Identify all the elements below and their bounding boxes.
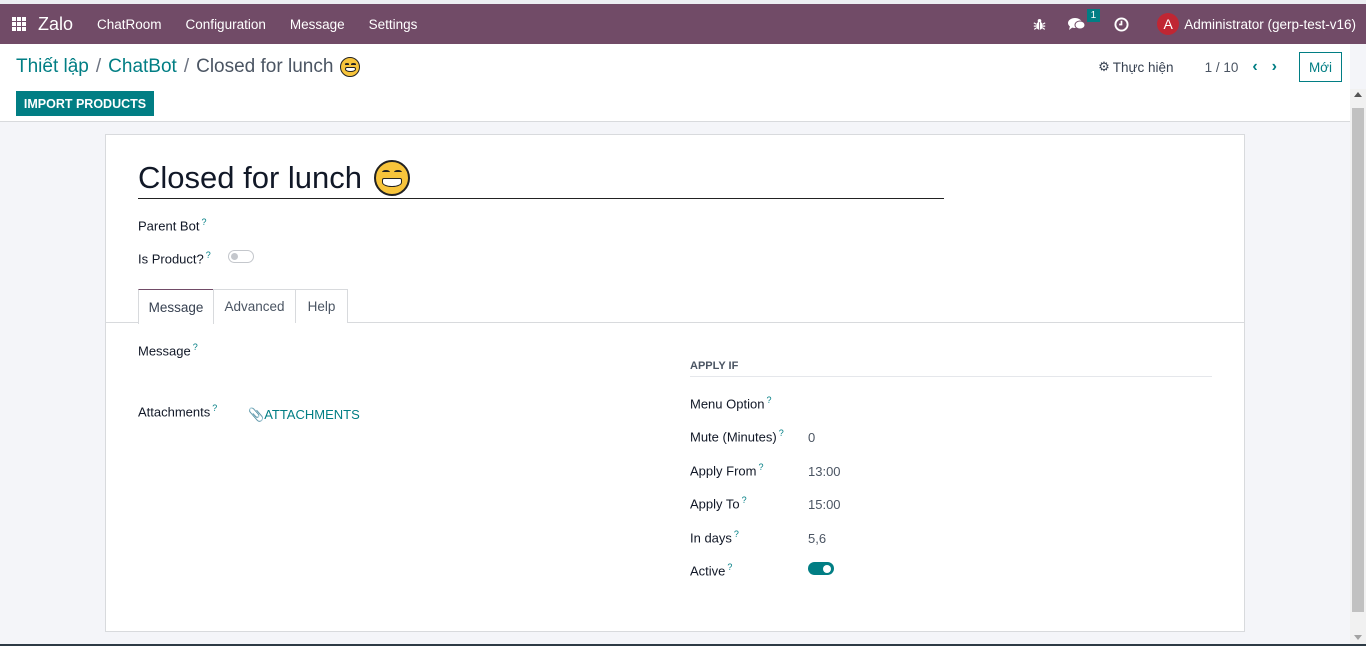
bug-icon[interactable] <box>1033 18 1046 31</box>
help-icon[interactable]: ? <box>206 250 211 260</box>
tab-message[interactable]: Message <box>138 289 214 324</box>
message-label: Message? <box>138 342 198 359</box>
pager-value[interactable]: 1 / 10 <box>1205 60 1239 75</box>
attachments-button[interactable]: 📎ATTACHMENTS <box>248 407 360 423</box>
app-brand[interactable]: Zalo <box>38 14 73 35</box>
menu-settings[interactable]: Settings <box>369 17 418 32</box>
menu-configuration[interactable]: Configuration <box>186 17 266 32</box>
new-record-button[interactable]: Mới <box>1299 52 1342 82</box>
apply-to-label: Apply To? <box>690 495 747 512</box>
page-scrollbar[interactable] <box>1350 89 1366 646</box>
title-field[interactable]: Closed for lunch <box>138 157 944 199</box>
apply-from-value[interactable]: 13:00 <box>808 464 841 479</box>
help-icon[interactable]: ? <box>779 428 784 438</box>
apply-to-value[interactable]: 15:00 <box>808 497 841 512</box>
help-icon[interactable]: ? <box>734 529 739 539</box>
chevron-left-icon[interactable]: ‹ <box>1252 58 1257 76</box>
apps-grid-icon[interactable] <box>12 17 26 31</box>
tab-help[interactable]: Help <box>295 289 348 323</box>
breadcrumb-settings[interactable]: Thiết lập <box>16 56 89 78</box>
apply-from-label: Apply From? <box>690 462 764 479</box>
action-menu-label: Thực hiện <box>1112 59 1174 75</box>
help-icon[interactable]: ? <box>193 342 198 352</box>
scroll-thumb[interactable] <box>1352 108 1364 612</box>
in-days-label: In days? <box>690 529 739 546</box>
notebook-tabs: Message Advanced Help <box>106 289 1244 324</box>
help-icon[interactable]: ? <box>742 495 747 505</box>
chevron-right-icon[interactable]: › <box>1272 58 1277 76</box>
action-menu-button[interactable]: ⚙ Thực hiện <box>1098 59 1173 75</box>
scroll-up-arrow-icon[interactable] <box>1354 92 1362 97</box>
breadcrumb: Thiết lập / ChatBot / Closed for lunch <box>16 56 361 78</box>
help-icon[interactable]: ? <box>727 562 732 572</box>
mute-minutes-label: Mute (Minutes)? <box>690 428 784 445</box>
help-icon[interactable]: ? <box>201 217 206 227</box>
chat-icon[interactable]: 1 <box>1068 9 1101 31</box>
top-navbar: Zalo ChatRoom Configuration Message Sett… <box>0 4 1366 44</box>
import-products-button[interactable]: IMPORT PRODUCTS <box>16 91 154 116</box>
form-sheet: Closed for lunch Parent Bot? Is Product?… <box>105 134 1245 632</box>
menu-chatroom[interactable]: ChatRoom <box>97 17 162 32</box>
is-product-label: Is Product?? <box>138 250 211 267</box>
user-avatar[interactable]: A <box>1157 13 1180 35</box>
tab-advanced[interactable]: Advanced <box>213 289 296 323</box>
grinning-face-icon <box>340 57 361 77</box>
control-panel: Thiết lập / ChatBot / Closed for lunch ⚙… <box>0 44 1350 122</box>
user-menu[interactable]: Administrator (gerp-test-v16) <box>1184 17 1356 32</box>
grinning-face-icon <box>374 159 411 196</box>
help-icon[interactable]: ? <box>212 403 217 413</box>
paperclip-icon: 📎 <box>248 407 265 422</box>
active-label: Active? <box>690 562 733 579</box>
apply-if-section-title: APPLY IF <box>690 360 1212 377</box>
breadcrumb-chatbot[interactable]: ChatBot <box>108 56 177 78</box>
scroll-down-arrow-icon[interactable] <box>1354 635 1362 640</box>
menu-message[interactable]: Message <box>290 17 345 32</box>
clock-icon[interactable] <box>1114 16 1129 32</box>
help-icon[interactable]: ? <box>758 462 763 472</box>
record-title[interactable]: Closed for lunch <box>138 160 362 196</box>
in-days-value[interactable]: 5,6 <box>808 531 826 546</box>
breadcrumb-separator: / <box>95 56 102 77</box>
help-icon[interactable]: ? <box>766 395 771 405</box>
is-product-toggle[interactable] <box>228 250 254 263</box>
breadcrumb-separator: / <box>183 56 190 77</box>
mute-minutes-value[interactable]: 0 <box>808 430 815 445</box>
active-toggle[interactable] <box>808 562 834 575</box>
attachments-label: Attachments? <box>138 403 218 420</box>
parent-bot-label: Parent Bot? <box>138 217 207 234</box>
chat-badge: 1 <box>1086 9 1101 22</box>
gear-icon: ⚙ <box>1098 59 1110 74</box>
breadcrumb-current: Closed for lunch <box>196 56 334 77</box>
menu-option-label: Menu Option? <box>690 395 772 412</box>
